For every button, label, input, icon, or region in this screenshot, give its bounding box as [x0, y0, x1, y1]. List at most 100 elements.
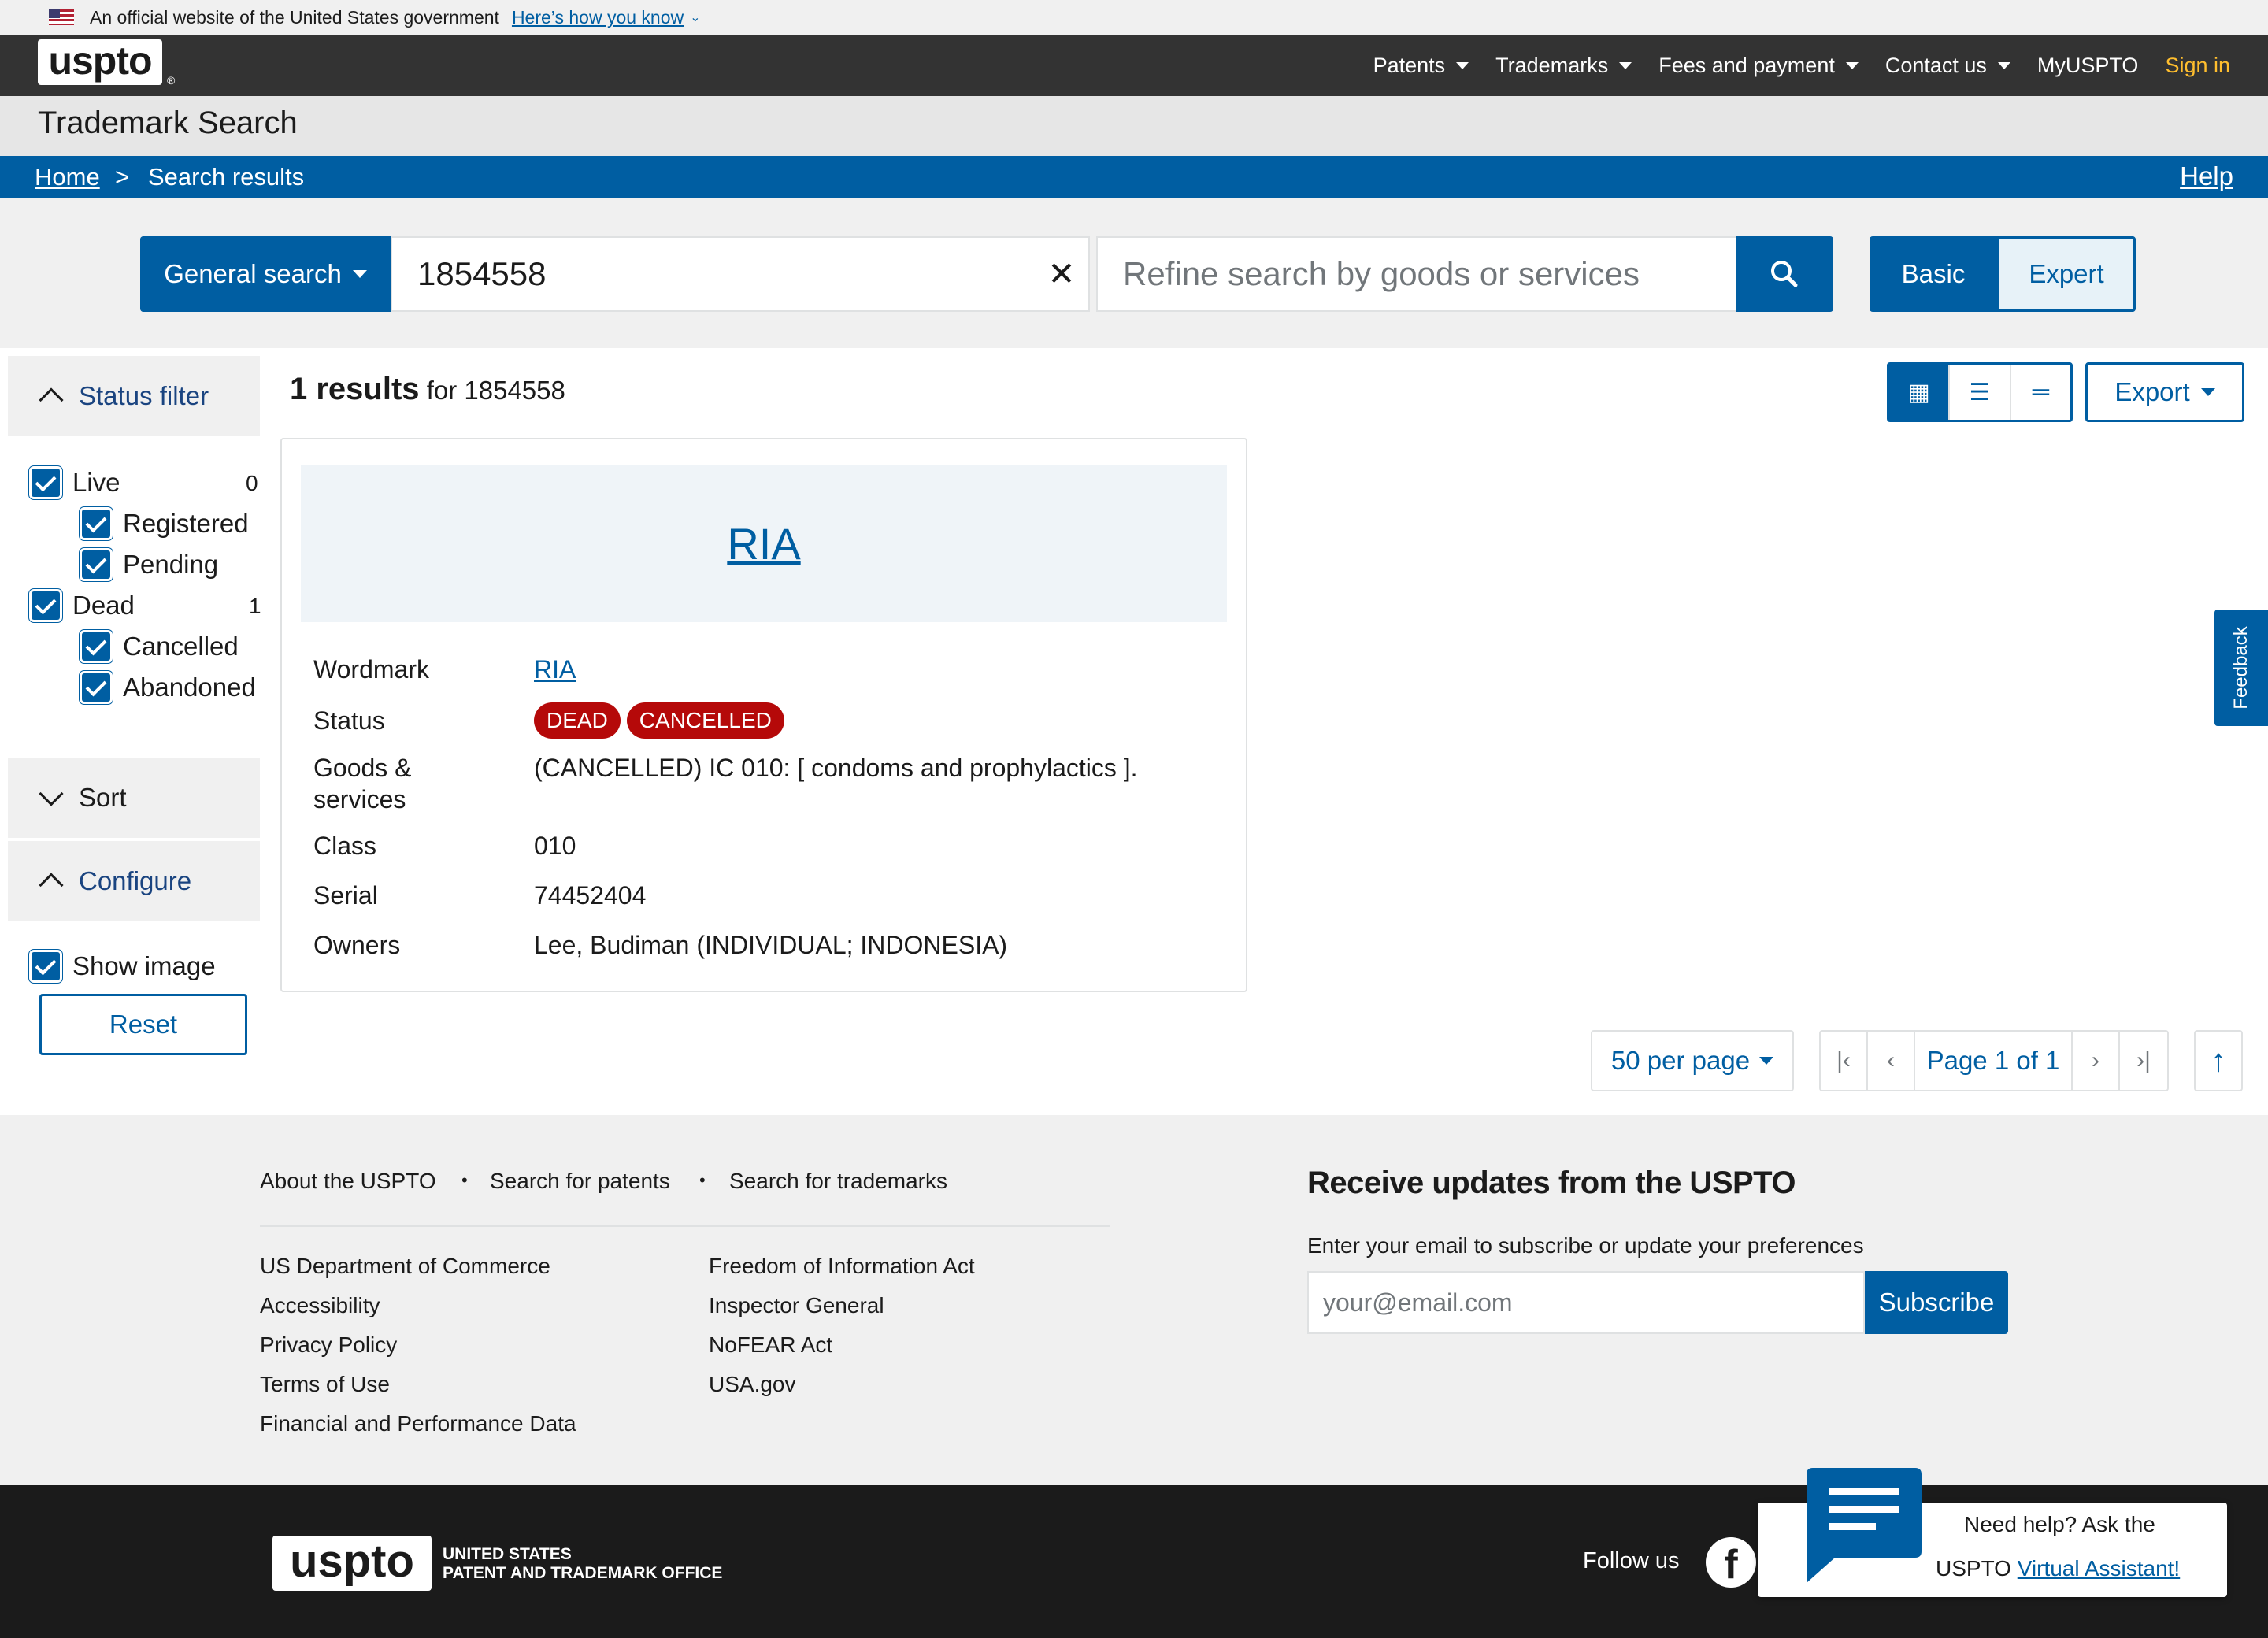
- search-type-dropdown[interactable]: General search: [140, 236, 391, 312]
- chevron-up-icon: [39, 387, 64, 413]
- main-nav: Patents Trademarks Fees and payment Cont…: [1373, 35, 2230, 96]
- class-value: 010: [534, 832, 576, 860]
- first-page-icon[interactable]: |‹: [1821, 1032, 1868, 1090]
- footer-link-about[interactable]: About the USPTO: [260, 1169, 436, 1194]
- filter-pending[interactable]: Pending: [82, 550, 218, 580]
- grid-view-icon[interactable]: ▦: [1889, 365, 1951, 420]
- facebook-icon[interactable]: f: [1706, 1537, 1756, 1588]
- footer-link[interactable]: Freedom of Information Act: [709, 1254, 975, 1279]
- footer-link-trademarks[interactable]: Search for trademarks: [729, 1169, 947, 1194]
- owners-label: Owners: [313, 931, 401, 959]
- caret-down-icon: [1845, 61, 1858, 69]
- chevron-down-icon[interactable]: ⌄: [690, 9, 700, 25]
- last-page-icon[interactable]: ›|: [2120, 1032, 2167, 1090]
- virtual-assistant-link[interactable]: Virtual Assistant!: [2018, 1556, 2180, 1581]
- caret-down-icon: [1619, 61, 1632, 69]
- footer-link[interactable]: Terms of Use: [260, 1372, 390, 1397]
- caret-down-icon: [2200, 388, 2215, 396]
- pager: |‹ ‹ Page 1 of 1 › ›|: [1819, 1030, 2169, 1091]
- refine-input[interactable]: Refine search by goods or services: [1096, 236, 1737, 312]
- next-page-icon[interactable]: ›: [2073, 1032, 2120, 1090]
- checkbox-dead[interactable]: [32, 591, 60, 620]
- search-button[interactable]: [1736, 236, 1833, 312]
- list-view-icon[interactable]: ☰: [1950, 365, 2011, 420]
- basic-mode-button[interactable]: Basic: [1870, 236, 1997, 312]
- expert-mode-button[interactable]: Expert: [1997, 236, 2136, 312]
- footer-link[interactable]: Accessibility: [260, 1293, 380, 1318]
- footer-link[interactable]: US Department of Commerce: [260, 1254, 550, 1279]
- caret-down-icon: [1456, 61, 1469, 69]
- chat-bubble-icon[interactable]: [1803, 1465, 1922, 1583]
- goods-value: (CANCELLED) IC 010: [ condoms and prophy…: [534, 754, 1138, 782]
- footer-link-patents[interactable]: Search for patents: [490, 1169, 670, 1194]
- updates-title: Receive updates from the USPTO: [1307, 1166, 1796, 1200]
- nav-myuspto[interactable]: MyUSPTO: [2037, 54, 2139, 78]
- checkbox-abandoned[interactable]: [82, 673, 110, 702]
- us-flag-icon: [49, 9, 74, 25]
- configure-toggle[interactable]: Configure: [8, 841, 260, 921]
- wordmark-label: Wordmark: [313, 655, 429, 684]
- clear-search-icon[interactable]: ✕: [1040, 252, 1084, 296]
- gov-banner: An official website of the United States…: [0, 0, 2268, 35]
- card-image-area: RIA: [301, 465, 1227, 622]
- dead-count: 1: [249, 594, 261, 618]
- compact-view-icon[interactable]: ═: [2011, 365, 2070, 420]
- footer-link[interactable]: Privacy Policy: [260, 1332, 397, 1358]
- status-badge: CANCELLED: [626, 702, 784, 739]
- card-title-link[interactable]: RIA: [727, 518, 800, 569]
- caret-down-icon: [1997, 61, 2010, 69]
- owners-value: Lee, Budiman (INDIVIDUAL; INDONESIA): [534, 931, 1008, 959]
- prev-page-icon[interactable]: ‹: [1868, 1032, 1915, 1090]
- back-to-top-icon[interactable]: ↑: [2194, 1030, 2243, 1091]
- export-button[interactable]: Export: [2085, 362, 2244, 422]
- caret-down-icon: [352, 270, 367, 278]
- page-title: Trademark Search: [38, 106, 298, 140]
- uspto-logo[interactable]: uspto ®: [38, 39, 175, 87]
- wordmark-link[interactable]: RIA: [534, 654, 576, 684]
- serial-label: Serial: [313, 881, 378, 910]
- breadcrumb: Home > Search results Help: [0, 156, 2268, 198]
- subscribe-button[interactable]: Subscribe: [1865, 1271, 2008, 1334]
- checkbox-cancelled[interactable]: [82, 632, 110, 661]
- page-indicator: Page 1 of 1: [1915, 1032, 2073, 1090]
- nav-contact[interactable]: Contact us: [1885, 54, 2010, 78]
- email-field[interactable]: your@email.com: [1307, 1271, 1865, 1334]
- filter-registered[interactable]: Registered: [82, 509, 249, 539]
- checkbox-live[interactable]: [32, 469, 60, 497]
- footer-link[interactable]: NoFEAR Act: [709, 1332, 832, 1358]
- checkbox-show-image[interactable]: [32, 952, 60, 980]
- serial-value: 74452404: [534, 881, 647, 910]
- class-label: Class: [313, 832, 377, 860]
- per-page-dropdown[interactable]: 50 per page: [1591, 1030, 1794, 1091]
- status-badges: DEAD CANCELLED: [534, 702, 791, 739]
- checkbox-registered[interactable]: [82, 510, 110, 538]
- nav-patents[interactable]: Patents: [1373, 54, 1469, 78]
- footer-link[interactable]: USA.gov: [709, 1372, 796, 1397]
- how-you-know-link[interactable]: Here’s how you know: [512, 7, 684, 28]
- footer-link[interactable]: Financial and Performance Data: [260, 1411, 576, 1436]
- follow-us-label: Follow us: [1583, 1548, 1680, 1573]
- search-input[interactable]: 1854558: [391, 236, 1090, 312]
- search-icon: [1771, 261, 1798, 287]
- filter-cancelled[interactable]: Cancelled: [82, 632, 239, 662]
- breadcrumb-home[interactable]: Home: [35, 163, 100, 191]
- title-bar: [0, 96, 2268, 156]
- filter-live[interactable]: Live: [32, 468, 120, 498]
- status-filter-toggle[interactable]: Status filter: [8, 356, 260, 436]
- status-badge: DEAD: [534, 702, 621, 739]
- filter-abandoned[interactable]: Abandoned: [82, 673, 256, 702]
- nav-trademarks[interactable]: Trademarks: [1495, 54, 1632, 78]
- reset-button[interactable]: Reset: [39, 994, 247, 1055]
- uspto-footer-logo[interactable]: uspto: [272, 1536, 432, 1591]
- help-link[interactable]: Help: [2180, 161, 2233, 191]
- nav-fees[interactable]: Fees and payment: [1658, 54, 1858, 78]
- sign-in-link[interactable]: Sign in: [2165, 54, 2230, 78]
- footer-link[interactable]: Inspector General: [709, 1293, 884, 1318]
- show-image-option[interactable]: Show image: [32, 951, 216, 981]
- filter-dead[interactable]: Dead: [32, 591, 135, 621]
- live-count: 0: [246, 471, 258, 495]
- sort-toggle[interactable]: Sort: [8, 758, 260, 838]
- checkbox-pending[interactable]: [82, 550, 110, 579]
- feedback-tab[interactable]: Feedback: [2214, 610, 2268, 726]
- breadcrumb-current: Search results: [148, 163, 305, 191]
